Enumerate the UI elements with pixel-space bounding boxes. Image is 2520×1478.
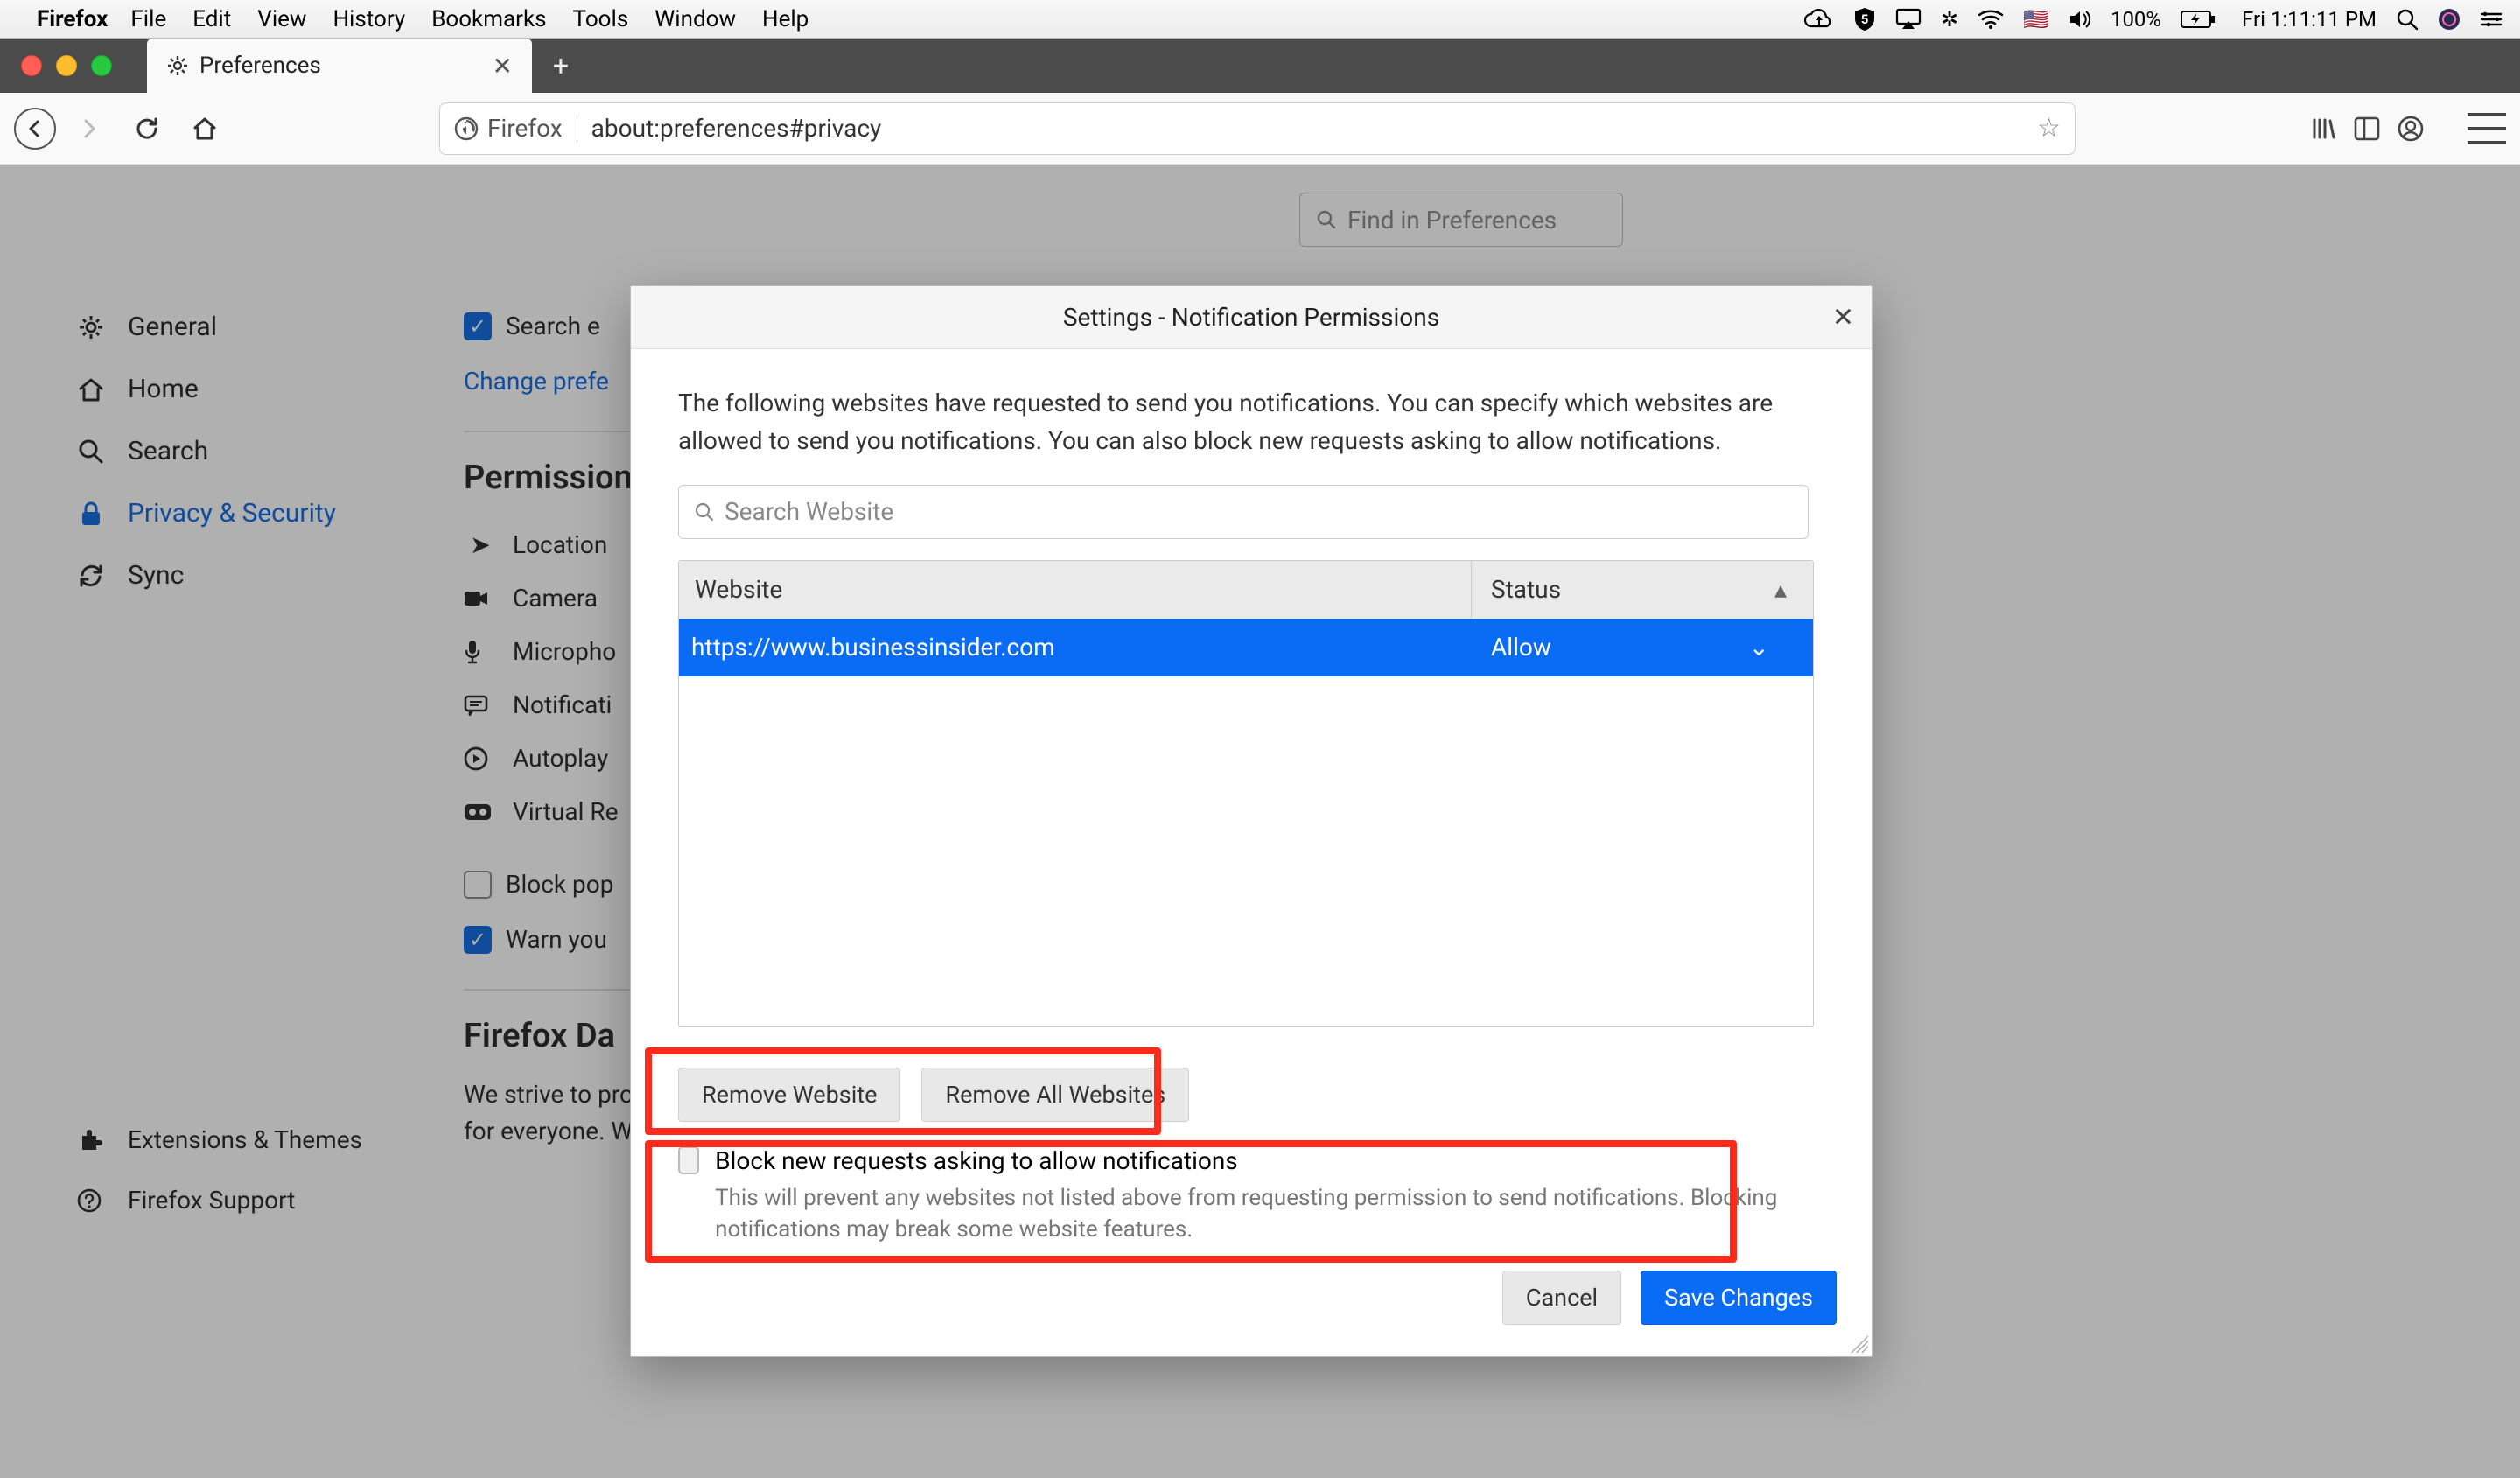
tab-preferences[interactable]: Preferences ✕	[147, 39, 532, 93]
search-website-placeholder: Search Website	[724, 497, 893, 526]
urlbar-url: about:preferences#privacy	[592, 114, 882, 143]
menu-edit[interactable]: Edit	[192, 6, 231, 32]
window-zoom-button[interactable]	[91, 55, 112, 76]
menu-file[interactable]: File	[130, 6, 166, 32]
firefox-icon	[454, 116, 479, 141]
menu-bookmarks[interactable]: Bookmarks	[431, 6, 546, 32]
menu-view[interactable]: View	[257, 6, 306, 32]
battery-percent: 100%	[2110, 7, 2161, 32]
table-row[interactable]: https://www.businessinsider.com Allow ⌄	[679, 619, 1813, 676]
column-status-label: Status	[1491, 575, 1561, 604]
window-minimize-button[interactable]	[56, 55, 77, 76]
remove-website-button[interactable]: Remove Website	[678, 1068, 900, 1122]
reload-button[interactable]	[122, 104, 172, 153]
window-close-button[interactable]	[21, 55, 42, 76]
bookmark-star-icon[interactable]: ☆	[2037, 113, 2061, 144]
menu-window[interactable]: Window	[654, 6, 736, 32]
block-new-requests-label: Block new requests asking to allow notif…	[715, 1146, 1824, 1175]
shield5-icon[interactable]: 5	[1853, 7, 1876, 32]
url-bar[interactable]: Firefox about:preferences#privacy ☆	[439, 102, 2076, 155]
sync-cloud-icon[interactable]	[1804, 9, 1834, 30]
block-new-requests-checkbox[interactable]	[678, 1146, 699, 1174]
home-button[interactable]	[180, 104, 229, 153]
chevron-down-icon: ⌄	[1749, 633, 1769, 662]
account-icon[interactable]	[2398, 116, 2424, 142]
table-empty-area	[679, 676, 1813, 1026]
column-website[interactable]: Website	[679, 561, 1472, 619]
sort-asc-icon: ▴	[1774, 575, 1787, 604]
table-header: Website Status ▴	[679, 561, 1813, 619]
tab-title: Preferences	[200, 53, 321, 79]
cell-status-value: Allow	[1491, 633, 1551, 662]
column-status[interactable]: Status ▴	[1472, 575, 1813, 604]
cell-website: https://www.businessinsider.com	[679, 633, 1472, 662]
control-center-icon[interactable]	[2480, 11, 2502, 28]
menu-tools[interactable]: Tools	[573, 6, 629, 32]
column-website-label: Website	[695, 575, 782, 604]
remove-all-websites-button[interactable]: Remove All Websites	[921, 1068, 1189, 1122]
airplay-icon[interactable]	[1895, 8, 1922, 31]
search-icon	[695, 502, 714, 522]
app-menu-button[interactable]	[2468, 113, 2506, 144]
new-tab-button[interactable]: +	[541, 46, 581, 86]
traffic-lights	[0, 55, 112, 76]
flag-us-icon[interactable]: 🇺🇸	[2023, 7, 2049, 32]
save-changes-button[interactable]: Save Changes	[1641, 1271, 1837, 1325]
back-button[interactable]	[14, 108, 56, 150]
nav-toolbar: Firefox about:preferences#privacy ☆	[0, 93, 2520, 165]
gear-icon	[166, 54, 189, 77]
sidebar-toggle-icon[interactable]	[2354, 116, 2380, 141]
modal-description: The following websites have requested to…	[678, 384, 1824, 460]
cancel-button[interactable]: Cancel	[1502, 1271, 1621, 1325]
urlbar-brand: Firefox	[487, 114, 578, 143]
macos-menubar: Firefox File Edit View History Bookmarks…	[0, 0, 2520, 39]
app-name[interactable]: Firefox	[37, 6, 108, 32]
window-titlebar: Preferences ✕ +	[0, 39, 2520, 93]
forward-button[interactable]	[65, 104, 114, 153]
spotlight-icon[interactable]	[2396, 8, 2418, 31]
bluetooth-icon[interactable]: ✲	[1941, 7, 1958, 32]
cell-status[interactable]: Allow ⌄	[1472, 633, 1813, 662]
modal-close-icon[interactable]: ✕	[1832, 302, 1854, 333]
menubar-right: 5 ✲ 🇺🇸 100% Fri 1:11:11 PM	[1804, 7, 2502, 32]
menu-help[interactable]: Help	[762, 6, 808, 32]
battery-icon[interactable]	[2180, 11, 2216, 28]
menu-history[interactable]: History	[332, 6, 405, 32]
permissions-table: Website Status ▴ https://www.businessins…	[678, 560, 1814, 1027]
clock[interactable]: Fri 1:11:11 PM	[2242, 7, 2376, 32]
volume-icon[interactable]	[2068, 10, 2091, 29]
resize-handle-icon[interactable]	[1851, 1335, 1868, 1353]
modal-title: Settings - Notification Permissions	[1063, 303, 1439, 332]
siri-icon[interactable]	[2438, 8, 2460, 31]
library-icon[interactable]	[2310, 116, 2336, 142]
modal-header: Settings - Notification Permissions ✕	[631, 286, 1872, 349]
search-website-input[interactable]: Search Website	[678, 485, 1809, 539]
wifi-icon[interactable]	[1978, 10, 2004, 29]
close-tab-icon[interactable]: ✕	[493, 52, 513, 81]
notification-permissions-modal: Settings - Notification Permissions ✕ Th…	[630, 285, 1872, 1357]
svg-text:5: 5	[1861, 11, 1869, 27]
block-new-requests-desc: This will prevent any websites not liste…	[715, 1182, 1824, 1246]
